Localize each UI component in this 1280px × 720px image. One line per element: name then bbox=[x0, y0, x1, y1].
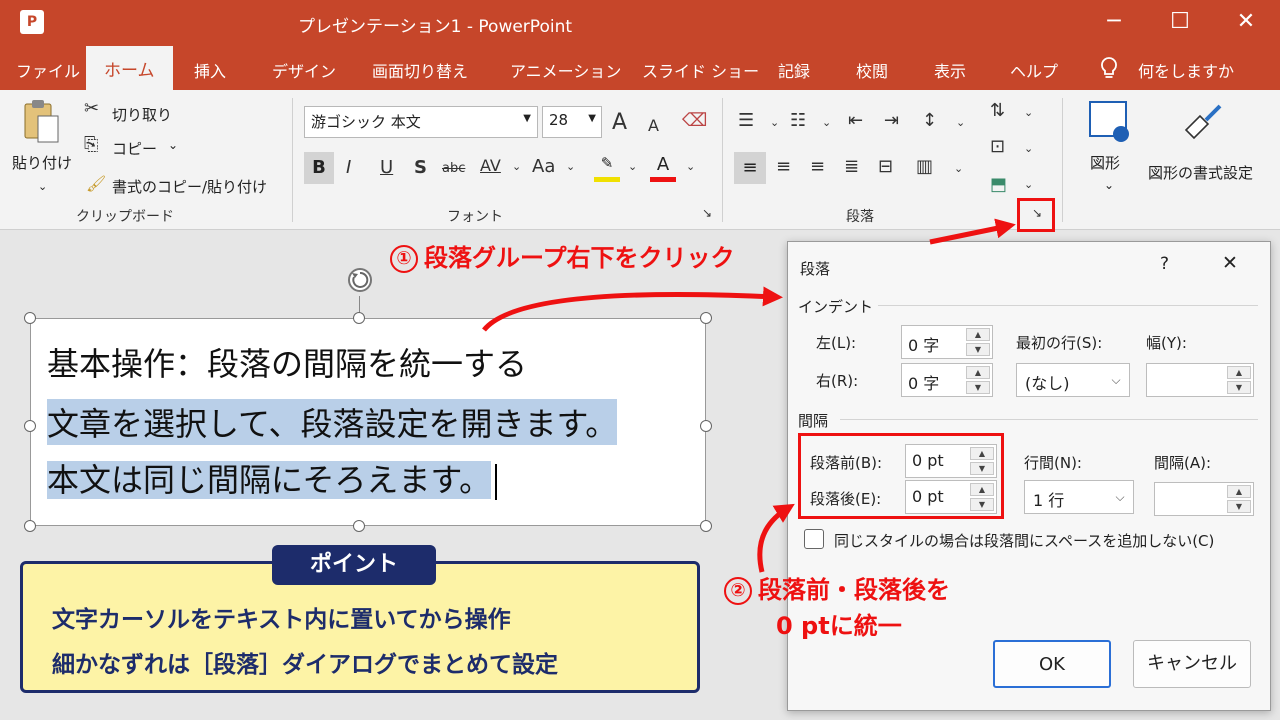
callout-2-line-2: 0 ptに統一 bbox=[776, 612, 902, 640]
callout-1-text: 段落グループ右下をクリック bbox=[424, 244, 735, 272]
callout-2-line-1: 段落前・段落後を bbox=[758, 576, 950, 604]
callout-2: ② 段落前・段落後を bbox=[724, 570, 950, 605]
arrow-to-dialog bbox=[482, 286, 783, 332]
callout-2-number: ② bbox=[724, 577, 752, 605]
arrow-to-spacing bbox=[757, 503, 795, 573]
callout-1-number: ① bbox=[390, 245, 418, 273]
arrow-to-launcher bbox=[929, 218, 1016, 245]
callout-1: ① 段落グループ右下をクリック bbox=[390, 238, 735, 273]
annotation-arrows bbox=[482, 218, 1016, 573]
